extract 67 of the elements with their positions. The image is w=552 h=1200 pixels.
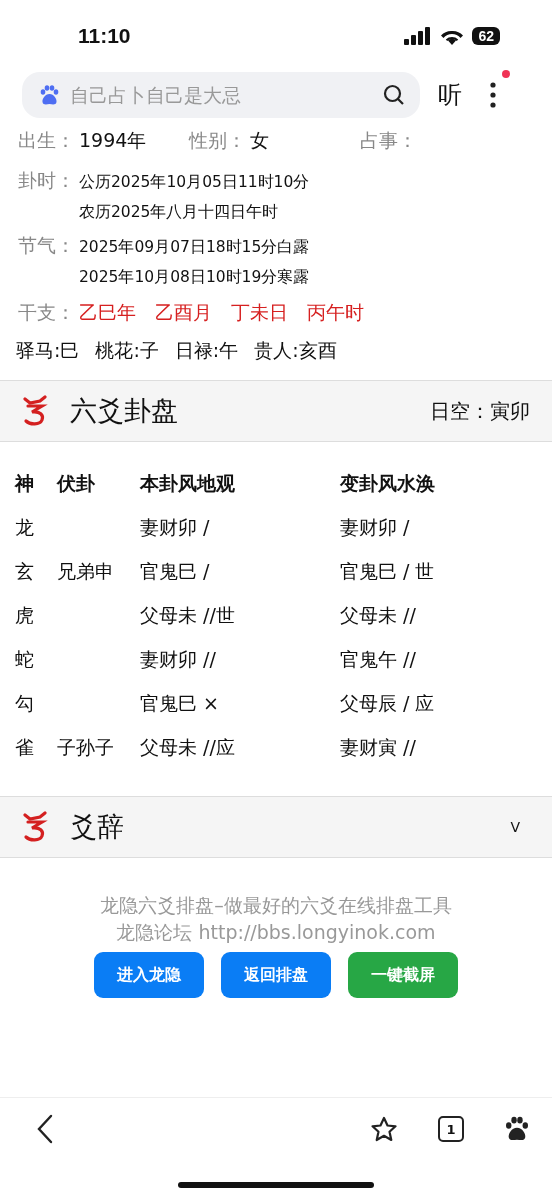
tabs-button[interactable]: 1 (438, 1116, 464, 1142)
table-cell-text: 妻财寅 // (340, 735, 417, 760)
ganzhi-value: 乙巳年 (79, 300, 136, 325)
back-icon[interactable] (36, 1114, 54, 1144)
ganzhi-value: 丁未日 (231, 300, 288, 325)
table-cell-text: 雀 (15, 735, 35, 760)
table-cell-text: 父母辰 / 应 (340, 691, 436, 716)
battery-indicator: 62 (472, 27, 500, 45)
status-time: 11:10 (78, 24, 131, 48)
section-title: 爻辞 (70, 810, 125, 844)
paw-icon[interactable] (504, 1116, 530, 1142)
table-cell-text: 玄 (15, 559, 35, 584)
solar-term-label: 节气： (18, 233, 76, 258)
table-cell-text: 官鬼巳 × (140, 691, 220, 716)
section-title: 六爻卦盘 (70, 394, 179, 428)
table-cell-text: 妻财卯 / (340, 515, 411, 540)
time-label: 卦时： (18, 168, 76, 193)
slogan-text: 龙隐六爻排盘–做最好的六爻在线排盘工具 (100, 893, 452, 918)
table-cell-text: 官鬼巳 / (140, 559, 211, 584)
table-cell-text: 妻财卯 // (140, 647, 217, 672)
ganzhi-label: 干支： (18, 300, 76, 325)
table-cell-text: 妻财卯 / (140, 515, 211, 540)
table-cell-text: 虎 (15, 603, 35, 628)
ganzhi-value: 乙酉月 (155, 300, 212, 325)
action-button[interactable]: 返回排盘 (221, 952, 331, 998)
paw-icon (38, 84, 60, 106)
signal-icon (404, 27, 433, 45)
ganzhi-value: 丙午时 (307, 300, 364, 325)
gender-label: 性别： (189, 128, 246, 153)
action-button[interactable]: 进入龙隐 (94, 952, 204, 998)
dragon-logo-icon (22, 395, 48, 427)
matter-label: 占事： (360, 128, 417, 153)
gender-value: 女 (250, 128, 270, 153)
more-icon (490, 82, 496, 108)
table-cell-text: 官鬼巳 / 世 (340, 559, 436, 584)
lunar-date: 农历2025年八月十四日午时 (79, 202, 280, 223)
search-icon[interactable] (382, 83, 406, 107)
table-cell-text: 父母未 //应 (140, 735, 236, 760)
dragon-logo-icon (22, 811, 48, 843)
table-cell-text: 勾 (15, 691, 35, 716)
solar-date: 公历2025年10月05日11时10分 (79, 172, 310, 193)
birth-value: 1994年 (79, 128, 148, 153)
table-cell-text: 龙 (15, 515, 35, 540)
table-cell-text: 父母未 // (340, 603, 417, 628)
day-void: 日空：寅卯 (430, 397, 530, 425)
listen-button[interactable]: 听 (434, 79, 466, 111)
section-header[interactable]: 爻辞 V (0, 796, 552, 858)
column-header: 伏卦 (57, 471, 96, 496)
column-header: 变卦风水涣 (340, 471, 436, 496)
table-cell-text: 蛇 (15, 647, 35, 672)
shensha-value: 贵人:亥酉 (254, 338, 337, 363)
search-field[interactable]: 自己占卜自己是大忌 (22, 72, 420, 118)
expand-toggle[interactable]: V (510, 819, 520, 835)
table-cell-text: 官鬼午 // (340, 647, 417, 672)
table-cell: 子孙子 (57, 736, 114, 758)
table-cell-text: 父母未 //世 (140, 603, 236, 628)
solar-term: 2025年10月08日10时19分寒露 (79, 267, 310, 288)
search-field[interactable]: 自己占卜自己是大忌 (68, 83, 374, 107)
shensha-value: 日禄:午 (174, 338, 239, 363)
column-header: 神 (15, 471, 35, 496)
table-cell: 兄弟申 (57, 560, 114, 582)
shensha-value: 驿马:巳 (16, 338, 80, 363)
shensha-value: 桃花:子 (95, 338, 159, 363)
star-icon[interactable] (370, 1115, 398, 1143)
solar-term: 2025年09月07日18时15分白露 (79, 237, 310, 258)
column-header: 本卦风地观 (140, 471, 236, 496)
birth-label: 出生： (18, 128, 75, 153)
